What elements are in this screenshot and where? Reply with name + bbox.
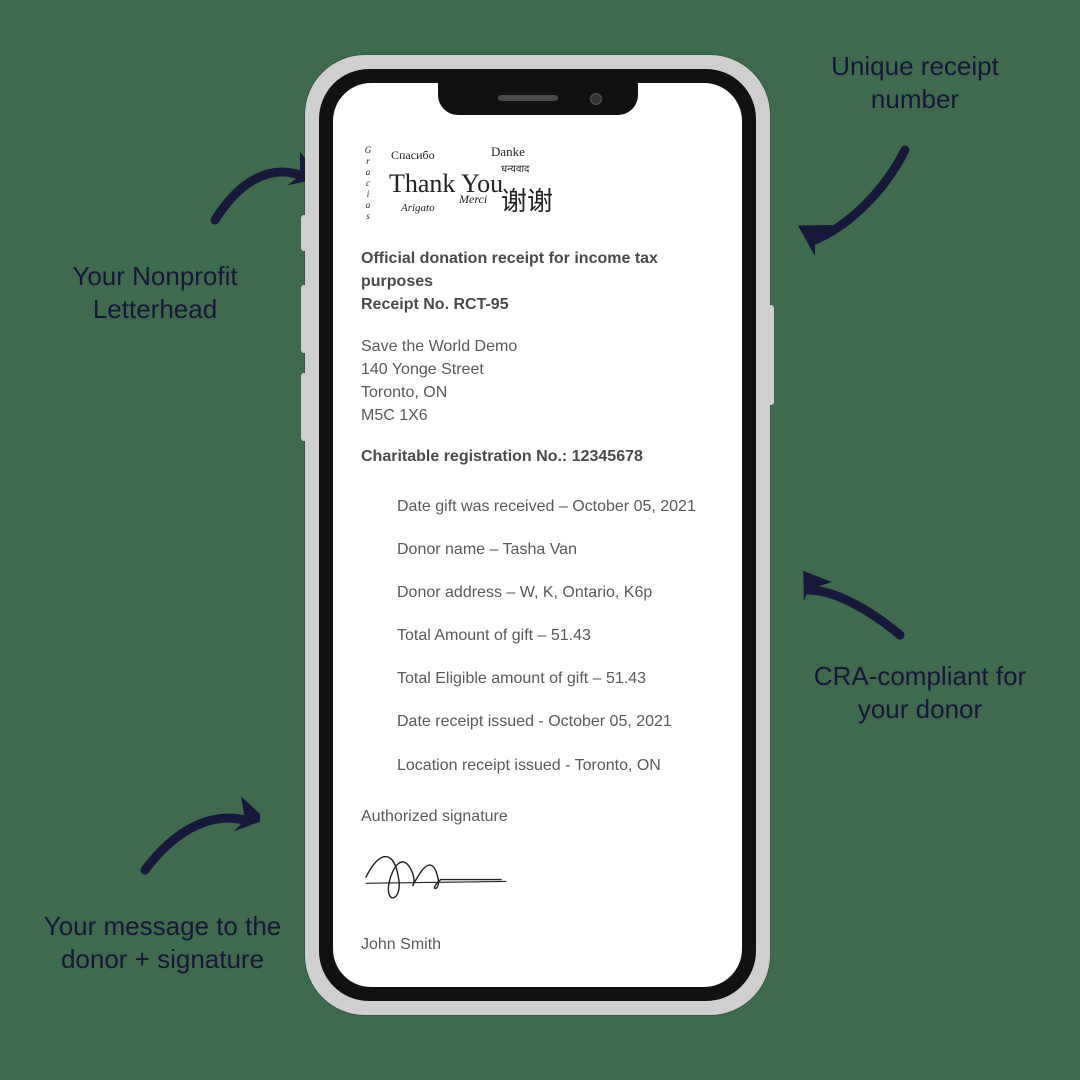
- callout-receipt-number: Unique receipt number: [805, 50, 1025, 115]
- reg-number: 12345678: [572, 448, 643, 465]
- row-value: Tasha Van: [503, 541, 577, 558]
- charitable-registration: Charitable registration No.: 12345678: [361, 445, 714, 468]
- phone-device: Gracias Спасибо Danke धन्यवाद Thank You …: [305, 55, 770, 1015]
- letterhead-word: Gracias: [361, 145, 374, 222]
- row-value: W, K, Ontario, K6p: [520, 584, 653, 601]
- row-value: 51.43: [606, 670, 646, 687]
- row-label: Date receipt issued -: [397, 713, 544, 730]
- row-value: 51.43: [551, 627, 591, 644]
- address-line: Toronto, ON: [361, 381, 714, 404]
- gift-row: Total Eligible amount of gift – 51.43: [397, 667, 714, 690]
- signature-icon: [361, 838, 511, 908]
- letterhead-word: Danke: [491, 143, 525, 162]
- arrow-icon: [130, 790, 260, 890]
- arrow-icon: [790, 540, 910, 650]
- letterhead: Gracias Спасибо Danke धन्यवाद Thank You …: [361, 143, 601, 223]
- address-line: 140 Yonge Street: [361, 358, 714, 381]
- org-name: Save the World Demo: [361, 335, 714, 358]
- row-value: Toronto, ON: [575, 757, 661, 774]
- row-value: October 05, 2021: [572, 498, 696, 515]
- letterhead-word: Arigato: [401, 201, 435, 217]
- row-label: Total Amount of gift –: [397, 627, 546, 644]
- letterhead-word: 谢谢: [501, 183, 553, 221]
- gift-details: Date gift was received – October 05, 202…: [361, 495, 714, 777]
- signature-label: Authorized signature: [361, 805, 714, 828]
- callout-letterhead: Your Nonprofit Letterhead: [45, 260, 265, 325]
- receipt-document: Gracias Спасибо Danke धन्यवाद Thank You …: [333, 83, 742, 987]
- row-label: Donor address –: [397, 584, 515, 601]
- reg-label: Charitable registration No.:: [361, 448, 567, 465]
- org-address: Save the World Demo 140 Yonge Street Tor…: [361, 335, 714, 428]
- postal-code: M5C 1X6: [361, 404, 714, 427]
- receipt-number-line: Receipt No. RCT-95: [361, 293, 714, 316]
- row-label: Donor name –: [397, 541, 498, 558]
- row-value: October 05, 2021: [548, 713, 672, 730]
- letterhead-word: धन्यवाद: [501, 163, 529, 178]
- phone-notch: [438, 81, 638, 115]
- row-label: Date gift was received –: [397, 498, 568, 515]
- receipt-title: Official donation receipt for income tax…: [361, 247, 714, 293]
- receipt-number-label: Receipt No.: [361, 296, 449, 313]
- receipt-number-value: RCT-95: [453, 296, 508, 313]
- row-label: Location receipt issued -: [397, 757, 570, 774]
- callout-cra-compliant: CRA-compliant for your donor: [805, 660, 1035, 725]
- gift-row: Donor name – Tasha Van: [397, 538, 714, 561]
- arrow-icon: [790, 130, 920, 260]
- gift-row: Location receipt issued - Toronto, ON: [397, 754, 714, 777]
- letterhead-word: Спасибо: [391, 147, 435, 164]
- callout-message-signature: Your message to the donor + signature: [25, 910, 300, 975]
- gift-row: Date gift was received – October 05, 202…: [397, 495, 714, 518]
- row-label: Total Eligible amount of gift –: [397, 670, 602, 687]
- gift-row: Date receipt issued - October 05, 2021: [397, 710, 714, 733]
- gift-row: Donor address – W, K, Ontario, K6p: [397, 581, 714, 604]
- gift-row: Total Amount of gift – 51.43: [397, 624, 714, 647]
- letterhead-word: Merci: [459, 191, 487, 208]
- signer-name: John Smith: [361, 933, 714, 956]
